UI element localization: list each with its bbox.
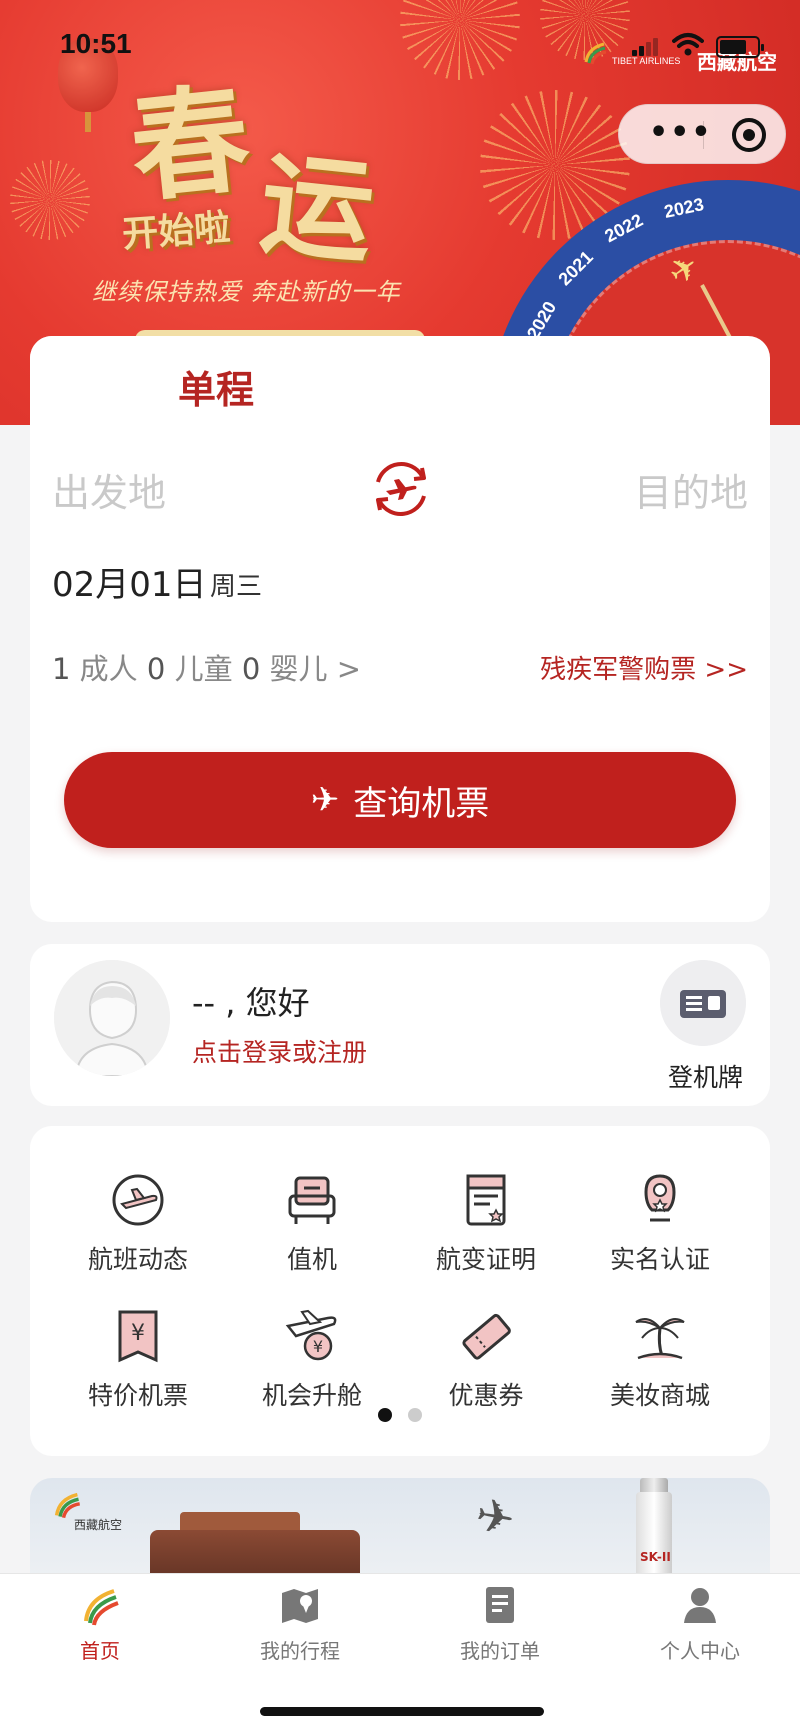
banner-slogan: 继续保持热爱 奔赴新的一年 xyxy=(92,278,401,306)
home-logo-icon xyxy=(84,1589,119,1626)
infants-label: 婴儿 xyxy=(269,652,328,686)
chevron-right-icon: > xyxy=(336,652,362,686)
palm-beach-icon xyxy=(635,1318,685,1360)
svg-text:¥: ¥ xyxy=(313,1337,323,1356)
adults-label: 成人 xyxy=(79,652,138,686)
map-pin-icon xyxy=(282,1589,318,1623)
swap-cities-icon[interactable] xyxy=(368,458,434,520)
service-label: 值机 xyxy=(286,1245,337,1274)
verify-badge-icon xyxy=(644,1174,676,1222)
user-greeting: -- , 您好 xyxy=(192,984,310,1022)
tab-label: 个人中心 xyxy=(660,1639,740,1663)
services-pager xyxy=(378,1408,422,1422)
service-delay-certificate[interactable]: 航变证明 xyxy=(411,1170,561,1276)
firework-decoration xyxy=(10,160,90,240)
search-flights-button[interactable]: ✈ 查询机票 xyxy=(64,752,736,848)
service-special-fare[interactable]: ¥ 特价机票 xyxy=(63,1306,213,1412)
search-button-label: 查询机票 xyxy=(353,783,490,824)
flight-status-icon xyxy=(112,1174,164,1226)
pager-dot xyxy=(408,1408,422,1422)
product-label: SK-II xyxy=(640,1550,671,1564)
service-flight-status[interactable]: 航班动态 xyxy=(63,1170,213,1276)
headline-char: 春 xyxy=(124,68,257,219)
tab-my-trips[interactable]: 我的行程 xyxy=(230,1583,370,1664)
firework-decoration xyxy=(400,0,520,80)
status-time: 10:51 xyxy=(60,28,132,59)
departure-weekday: 周三 xyxy=(210,572,263,602)
battery-icon xyxy=(716,36,764,58)
tab-profile[interactable]: 个人中心 xyxy=(630,1583,770,1664)
ad-airline-name: 西藏航空 xyxy=(74,1518,123,1532)
signal-icon xyxy=(632,38,658,56)
service-beauty-mall[interactable]: 美妆商城 xyxy=(585,1306,735,1412)
special-fare-icon: ¥ xyxy=(118,1310,158,1363)
order-doc-icon xyxy=(486,1587,514,1623)
service-label: 实名认证 xyxy=(609,1245,710,1274)
service-label: 机会升舱 xyxy=(261,1381,362,1410)
passenger-selector[interactable]: 1 成人 0 儿童 0 婴儿 > xyxy=(52,646,361,688)
children-label: 儿童 xyxy=(174,652,233,686)
service-label: 特价机票 xyxy=(87,1381,188,1410)
tab-label: 我的订单 xyxy=(460,1639,540,1663)
tab-label: 我的行程 xyxy=(260,1639,340,1663)
app-screen: 春 运 开始啦 继续保持热爱 奔赴新的一年 2020 2021 2022 202… xyxy=(0,0,800,1731)
wifi-icon xyxy=(672,33,704,56)
departure-city-field[interactable]: 出发地 xyxy=(52,462,166,517)
service-label: 航变证明 xyxy=(435,1245,536,1274)
boarding-pass-icon[interactable] xyxy=(660,960,746,1046)
login-register-link[interactable]: 点击登录或注册 xyxy=(192,1033,367,1069)
miniprogram-capsule: ••• xyxy=(618,104,786,164)
service-coupon[interactable]: 优惠券 xyxy=(411,1306,561,1412)
service-upgrade[interactable]: ¥ 机会升舱 xyxy=(237,1306,387,1412)
airline-logo-icon xyxy=(584,42,607,65)
plane-icon: ✈ xyxy=(310,780,340,820)
tab-oneway-label[interactable]: 单程 xyxy=(178,359,254,414)
service-realname-verify[interactable]: 实名认证 xyxy=(585,1170,735,1276)
home-indicator[interactable] xyxy=(260,1707,544,1716)
checkin-seat-icon xyxy=(288,1176,336,1224)
close-target-icon[interactable] xyxy=(732,118,766,152)
adults-count: 1 xyxy=(52,652,71,686)
tab-home[interactable]: 首页 xyxy=(30,1583,170,1664)
coupon-icon xyxy=(462,1313,511,1360)
service-label: 航班动态 xyxy=(87,1245,188,1274)
service-label: 优惠券 xyxy=(448,1381,524,1410)
svg-text:¥: ¥ xyxy=(131,1321,145,1346)
boarding-pass-label[interactable]: 登机牌 xyxy=(668,1058,743,1094)
infants-count: 0 xyxy=(241,652,261,686)
headline-char: 运 xyxy=(254,137,380,280)
sub-headline: 开始啦 xyxy=(120,206,232,256)
person-icon xyxy=(684,1588,716,1623)
certificate-icon xyxy=(466,1174,506,1226)
service-label: 美妆商城 xyxy=(609,1381,710,1410)
pager-dot-active xyxy=(378,1408,392,1422)
tab-my-orders[interactable]: 我的订单 xyxy=(430,1583,570,1664)
service-checkin[interactable]: 值机 xyxy=(237,1170,387,1276)
upgrade-icon: ¥ xyxy=(285,1309,337,1361)
airline-en-name: TIBET AIRLINES xyxy=(612,56,681,66)
children-count: 0 xyxy=(146,652,166,686)
arrival-city-field[interactable]: 目的地 xyxy=(634,462,748,517)
military-ticket-link[interactable]: 残疾军警购票 >> xyxy=(540,649,748,686)
departure-date[interactable]: 02月01日 xyxy=(52,557,207,606)
capsule-divider xyxy=(703,121,704,149)
avatar[interactable] xyxy=(54,960,170,1076)
tab-label: 首页 xyxy=(80,1639,120,1663)
